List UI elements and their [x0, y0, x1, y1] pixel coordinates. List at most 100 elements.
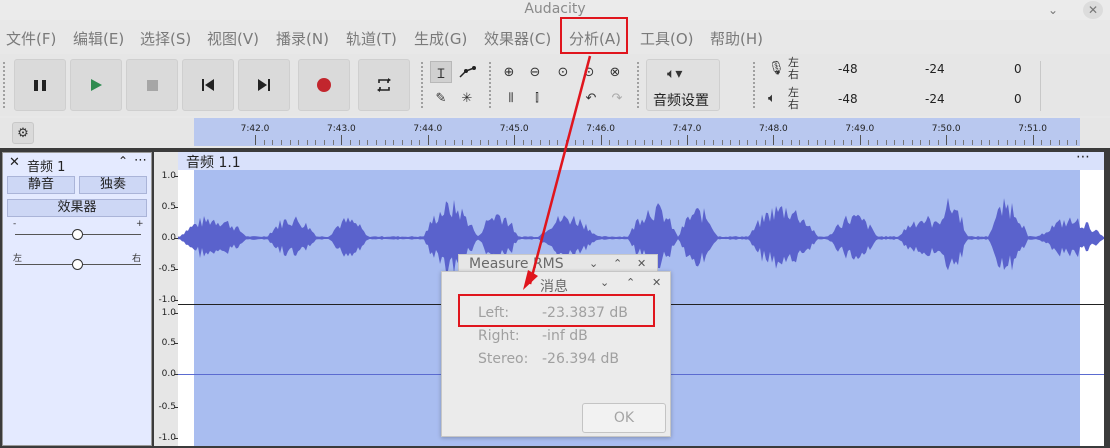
- pause-button[interactable]: [14, 59, 66, 111]
- minimize-button[interactable]: ⌄: [1044, 1, 1062, 19]
- ok-button[interactable]: OK: [582, 403, 666, 433]
- menu-select[interactable]: 选择(S): [140, 28, 191, 49]
- timeline-label: 7:43.0: [326, 124, 356, 134]
- dialog-close-icon[interactable]: ✕: [637, 257, 646, 270]
- menu-effect[interactable]: 效果器(C): [484, 28, 551, 49]
- meter-tick: 0: [1014, 92, 1022, 106]
- timeline-minor-tick: [591, 140, 593, 145]
- loop-icon: [377, 78, 391, 92]
- menu-transport[interactable]: 播录(N): [276, 28, 329, 49]
- pan-slider-knob[interactable]: [72, 259, 83, 270]
- toolbar-grip[interactable]: [636, 61, 640, 109]
- zoom-out-icon: ⊖: [529, 64, 541, 80]
- gain-minus-label: -: [13, 219, 17, 229]
- record-meter[interactable]: 🎙︎ 左右 -48 -24 0: [752, 57, 1037, 83]
- toolbar-grip[interactable]: [2, 61, 6, 109]
- dialog-expand-icon[interactable]: ⌃: [613, 257, 622, 270]
- effects-button[interactable]: 效果器: [7, 199, 147, 217]
- timeline-minor-tick: [954, 140, 956, 145]
- timeline-minor-tick: [419, 140, 421, 145]
- playback-meter[interactable]: 🔈︎ 左右 -48 -24 0: [752, 87, 1037, 113]
- skip-to-start-button[interactable]: [182, 59, 234, 111]
- timeline-minor-tick: [609, 140, 611, 145]
- record-button[interactable]: [298, 59, 350, 111]
- zoom-toggle-button[interactable]: ⊗: [604, 61, 626, 83]
- timeline-minor-tick: [358, 140, 360, 145]
- toolbar-grip[interactable]: [420, 61, 424, 109]
- trim-button[interactable]: ⫼: [500, 87, 522, 109]
- fit-selection-button[interactable]: ⊙: [552, 61, 574, 83]
- dialog-expand-icon[interactable]: ⌃: [626, 276, 635, 289]
- timeline-tick: [427, 135, 429, 145]
- dialog-collapse-icon[interactable]: ⌄: [600, 276, 609, 289]
- timeline-minor-tick: [833, 140, 835, 145]
- timeline-minor-tick: [548, 140, 550, 145]
- timeline-minor-tick: [436, 140, 438, 145]
- timeline-tick: [773, 135, 775, 145]
- meter-tick: -24: [925, 62, 945, 76]
- stop-button[interactable]: [126, 59, 178, 111]
- timeline-minor-tick: [540, 140, 542, 145]
- menu-file[interactable]: 文件(F): [6, 28, 56, 49]
- vertical-scale[interactable]: 1.0 0.5 0.0 -0.5 -1.0 1.0 0.5 0.0 -0.5 -1.0: [154, 152, 178, 446]
- timeline-minor-tick: [280, 140, 282, 145]
- timeline-minor-tick: [272, 140, 274, 145]
- record-icon: [317, 78, 331, 92]
- menu-edit[interactable]: 编辑(E): [73, 28, 124, 49]
- timeline-minor-tick: [972, 140, 974, 145]
- timeline-minor-tick: [937, 140, 939, 145]
- menu-generate[interactable]: 生成(G): [414, 28, 467, 49]
- timeline-tick: [859, 135, 861, 145]
- loop-button[interactable]: [358, 59, 410, 111]
- audio-setup-button[interactable]: 🔈︎▾ 音频设置: [646, 59, 720, 111]
- meter-channels: 左右: [788, 56, 799, 81]
- skip-to-end-button[interactable]: [238, 59, 290, 111]
- mute-button[interactable]: 静音: [7, 176, 75, 194]
- fit-project-icon: ⊙: [583, 64, 595, 80]
- selection-tool-button[interactable]: Ｉ: [430, 61, 452, 83]
- gain-slider-knob[interactable]: [72, 229, 83, 240]
- fit-project-button[interactable]: ⊙: [578, 61, 600, 83]
- toolbar-grip[interactable]: [488, 61, 492, 109]
- zoom-in-icon: ⊕: [503, 64, 515, 80]
- zoom-out-button[interactable]: ⊖: [524, 61, 546, 83]
- highlight-analyze-menu: [560, 17, 628, 54]
- timeline-minor-tick: [375, 140, 377, 145]
- collapse-track-icon[interactable]: ⌃: [118, 154, 128, 168]
- clip-header[interactable]: 音频 1.1 ⋯: [178, 149, 1104, 171]
- draw-tool-icon: ✎: [435, 90, 447, 106]
- timeline-minor-tick: [479, 140, 481, 145]
- play-button[interactable]: [70, 59, 122, 111]
- dropdown-caret-icon: ▾: [675, 66, 683, 82]
- timeline-tick: [600, 135, 602, 145]
- timeline-minor-tick: [574, 140, 576, 145]
- envelope-tool-button[interactable]: [456, 61, 478, 83]
- timeline-minor-tick: [289, 140, 291, 145]
- timeline-ruler[interactable]: 7:42.0 7:43.0 7:44.0 7:45.0 7:46.0 7:47.0 7:48…: [194, 118, 1080, 146]
- silence-button[interactable]: ⫿: [526, 87, 548, 109]
- menu-tools[interactable]: 工具(O): [640, 28, 694, 49]
- draw-tool-button[interactable]: ✎: [430, 87, 452, 109]
- meter-tick: 0: [1014, 62, 1022, 76]
- timeline-minor-tick: [989, 140, 991, 145]
- track-menu-icon[interactable]: ⋯: [134, 153, 147, 168]
- clip-title: 音频 1.1: [186, 155, 241, 171]
- close-window-button[interactable]: ✕: [1083, 1, 1103, 19]
- track-name[interactable]: 音频 1: [27, 156, 65, 175]
- dialog-collapse-icon[interactable]: ⌄: [589, 257, 598, 270]
- multi-tool-button[interactable]: ✳: [456, 87, 478, 109]
- menu-tracks[interactable]: 轨道(T): [346, 28, 397, 49]
- timeline-minor-tick: [315, 140, 317, 145]
- close-track-icon[interactable]: ✕: [9, 155, 20, 170]
- clip-menu-icon[interactable]: ⋯: [1076, 149, 1090, 165]
- undo-button[interactable]: ↶: [580, 87, 602, 109]
- timeline-tick: [1032, 135, 1034, 145]
- menu-help[interactable]: 帮助(H): [710, 28, 763, 49]
- redo-button[interactable]: ↷: [606, 87, 628, 109]
- result-value-stereo: -26.394 dB: [542, 351, 619, 367]
- menu-view[interactable]: 视图(V): [207, 28, 259, 49]
- zoom-in-button[interactable]: ⊕: [498, 61, 520, 83]
- dialog-close-icon[interactable]: ✕: [652, 276, 661, 289]
- timeline-options-button[interactable]: ⚙: [12, 122, 34, 144]
- solo-button[interactable]: 独奏: [79, 176, 147, 194]
